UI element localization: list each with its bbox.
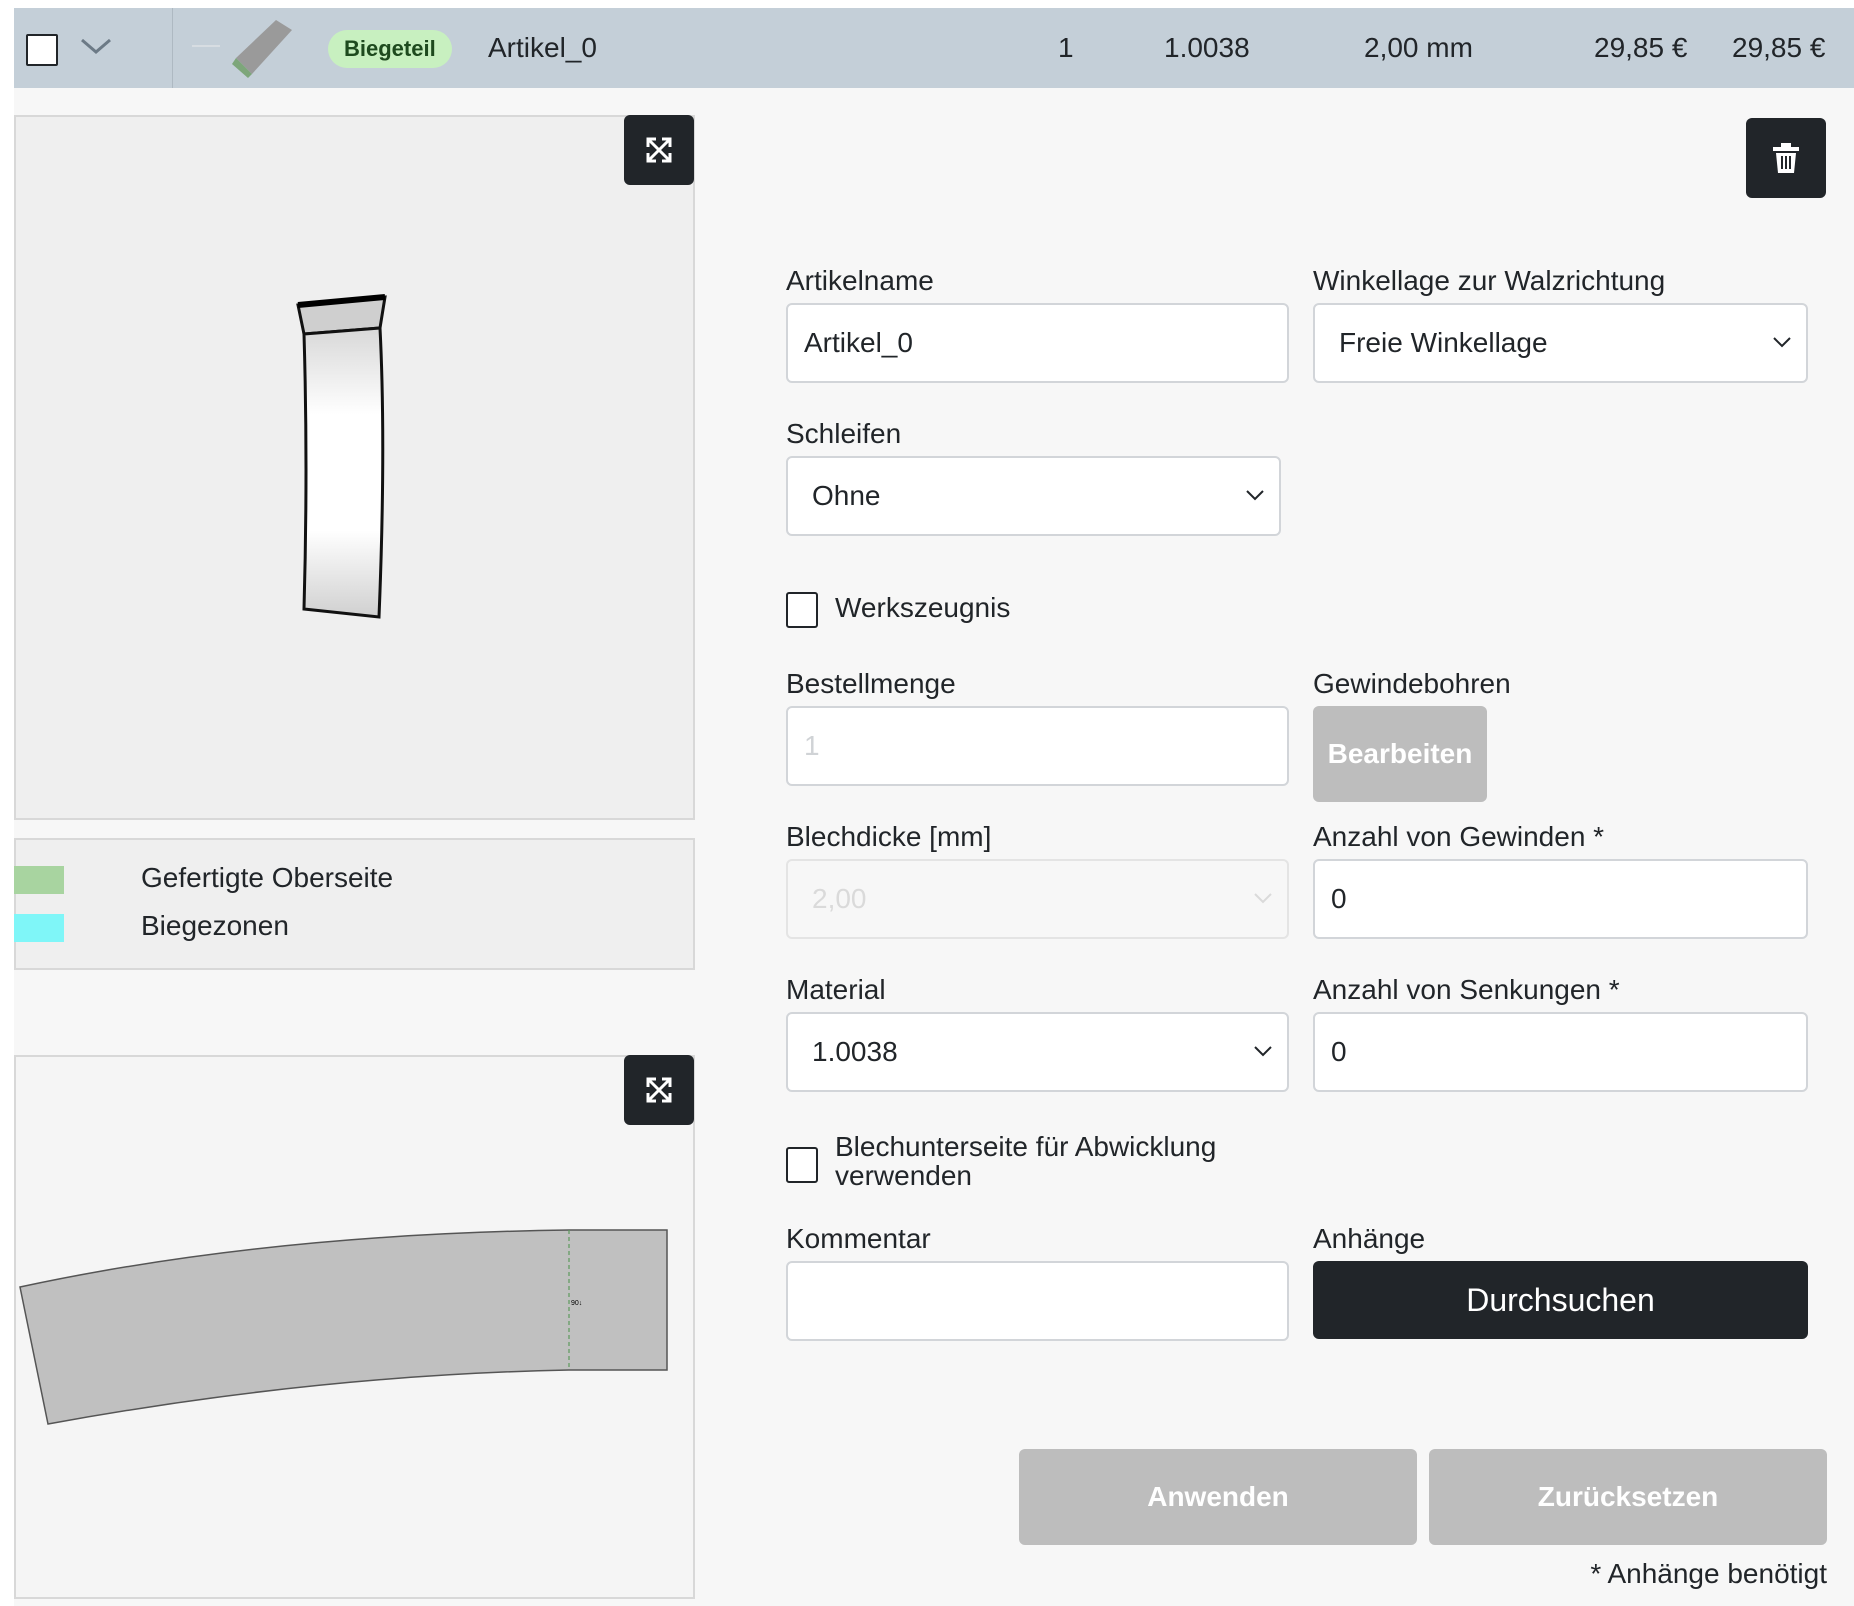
chevron-down-icon	[1246, 490, 1264, 501]
flat-pattern-viewer[interactable]: 90↓	[14, 1055, 695, 1599]
color-legend	[14, 838, 695, 970]
certificate-checkbox[interactable]	[786, 592, 818, 628]
expand-flat-pattern-button[interactable]	[624, 1055, 694, 1125]
unit-price-text: 29,85 €	[1594, 32, 1688, 63]
legend-swatch-top-side	[14, 866, 64, 894]
angle-orientation-label: Winkellage zur Walzrichtung	[1313, 265, 1666, 296]
article-name-label: Artikelname	[786, 265, 934, 296]
svg-text:90↓: 90↓	[571, 1300, 582, 1307]
legend-swatch-bend-zones	[14, 914, 64, 942]
grinding-value: Ohne	[812, 480, 881, 511]
3d-viewer[interactable]	[14, 115, 695, 820]
threads-count-label: Anzahl von Gewinden *	[1313, 821, 1605, 852]
part-type-badge: Biegeteil	[328, 30, 452, 68]
chevron-down-icon	[1773, 337, 1791, 348]
underside-label-line-2: verwenden	[835, 1160, 972, 1191]
chevron-down-icon	[1254, 893, 1272, 904]
certificate-label: Werkszeugnis	[835, 592, 1011, 623]
browse-attachments-button[interactable]: Durchsuchen	[1313, 1261, 1808, 1339]
article-name-text: Artikel_0	[488, 32, 597, 63]
countersinks-label: Anzahl von Senkungen *	[1313, 974, 1620, 1005]
thickness-label: Blechdicke [mm]	[786, 821, 992, 852]
grinding-label: Schleifen	[786, 418, 902, 449]
underside-checkbox[interactable]	[786, 1147, 818, 1183]
threads-count-input[interactable]: 0	[1313, 859, 1808, 939]
total-price-text: 29,85 €	[1732, 32, 1826, 63]
trash-icon	[1773, 143, 1799, 173]
chevron-down-icon[interactable]	[78, 34, 114, 58]
countersinks-input[interactable]: 0	[1313, 1012, 1808, 1092]
threading-label: Gewindebohren	[1313, 668, 1511, 699]
article-name-input[interactable]: Artikel_0	[786, 303, 1289, 383]
part-thumbnail	[192, 20, 292, 78]
quantity-text: 1	[1058, 32, 1074, 63]
chevron-down-icon	[1254, 1046, 1272, 1057]
expand-3d-viewer-button[interactable]	[624, 115, 694, 185]
angle-orientation-value: Freie Winkellage	[1339, 327, 1548, 358]
delete-article-button[interactable]	[1746, 118, 1826, 198]
thickness-select[interactable]: 2,00	[786, 859, 1289, 939]
attachments-required-note: * Anhänge benötigt	[1590, 1558, 1827, 1589]
flat-pattern-drawing: 90↓	[19, 1229, 668, 1425]
edit-threading-button[interactable]: Bearbeiten	[1313, 706, 1487, 802]
underside-label: Blechunterseite für Abwicklung verwenden	[835, 1132, 1216, 1190]
comment-input[interactable]	[786, 1261, 1289, 1341]
order-quantity-label: Bestellmenge	[786, 668, 956, 699]
grinding-select[interactable]: Ohne	[786, 456, 1281, 536]
bent-part-3d-render	[296, 294, 387, 619]
material-text: 1.0038	[1164, 32, 1250, 63]
expand-icon	[646, 137, 672, 163]
comment-label: Kommentar	[786, 1223, 931, 1254]
attachments-label: Anhänge	[1313, 1223, 1426, 1254]
expand-icon	[646, 1077, 672, 1103]
apply-button[interactable]: Anwenden	[1019, 1449, 1417, 1545]
row-divider	[172, 8, 173, 88]
material-select[interactable]: 1.0038	[786, 1012, 1289, 1092]
material-label: Material	[786, 974, 886, 1005]
legend-label-top-side: Gefertigte Oberseite	[141, 862, 394, 893]
order-quantity-input[interactable]: 1	[786, 706, 1289, 786]
row-select-checkbox[interactable]	[26, 34, 58, 66]
thickness-text: 2,00 mm	[1364, 32, 1473, 63]
thickness-value: 2,00	[812, 883, 867, 914]
legend-label-bend-zones: Biegezonen	[141, 910, 289, 941]
angle-orientation-select[interactable]: Freie Winkellage	[1313, 303, 1808, 383]
reset-button[interactable]: Zurücksetzen	[1429, 1449, 1827, 1545]
material-value: 1.0038	[812, 1036, 898, 1067]
underside-label-line-1: Blechunterseite für Abwicklung	[835, 1131, 1217, 1162]
